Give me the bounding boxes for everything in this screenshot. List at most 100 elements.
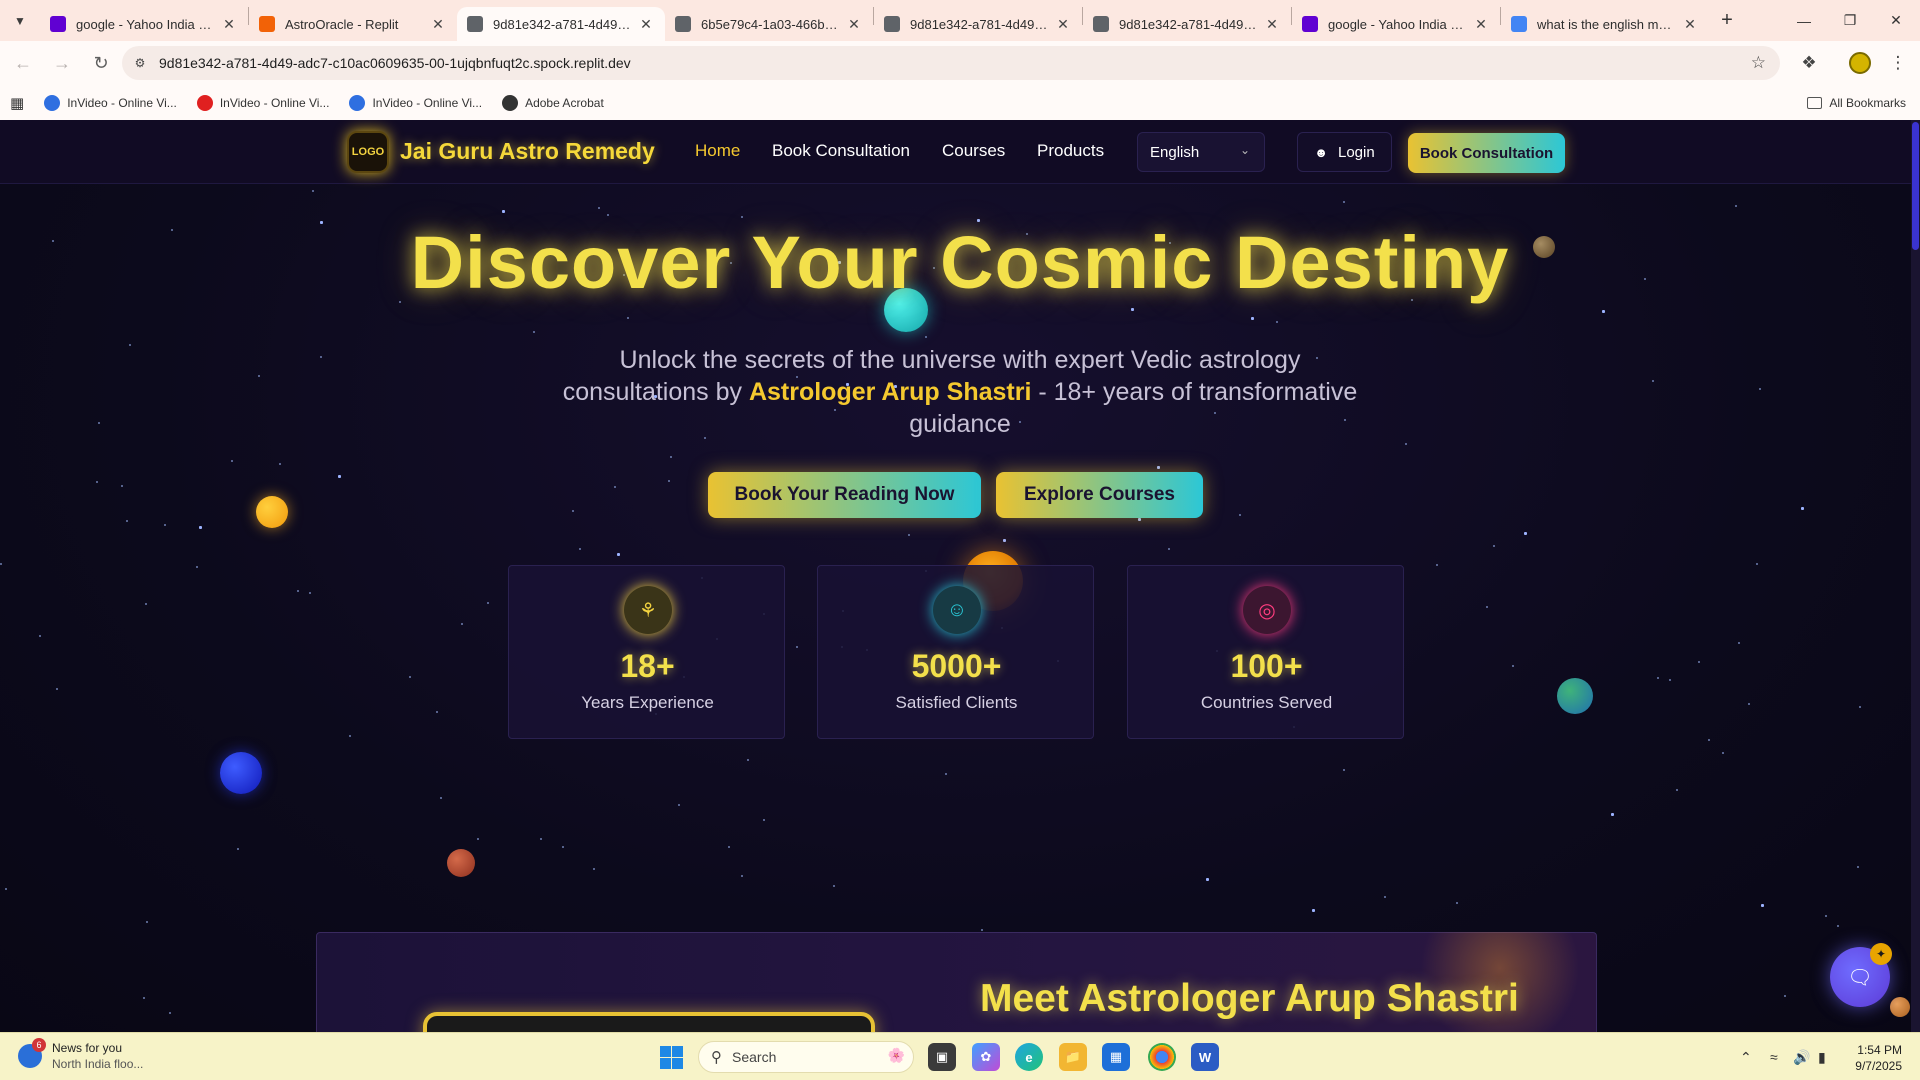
site-info-icon[interactable]: ⚙: [127, 50, 153, 76]
sparkle-badge-icon: ✦: [1870, 943, 1892, 965]
stat-label: Years Experience: [581, 693, 714, 712]
language-value: English: [1150, 143, 1200, 161]
stat-card: ☺ 5000+ Satisfied Clients: [817, 565, 1094, 739]
restore-icon[interactable]: ❐: [1827, 0, 1873, 41]
chevron-down-icon: ⌄: [1239, 143, 1250, 157]
browser-tab[interactable]: google - Yahoo India Sear ✕: [1292, 7, 1500, 41]
nav-courses[interactable]: Courses: [942, 141, 1005, 161]
reload-icon[interactable]: ↻: [83, 45, 119, 81]
tab-search-icon[interactable]: ▼: [0, 0, 40, 41]
browser-tab[interactable]: 9d81e342-a781-4d49-adc ✕: [874, 7, 1082, 41]
tab-close-icon[interactable]: ✕: [637, 15, 655, 33]
battery-icon[interactable]: ▮: [1818, 1033, 1826, 1080]
star-decoration: [1239, 514, 1241, 516]
task-view-icon[interactable]: ▣: [928, 1043, 956, 1071]
edge-icon[interactable]: e: [1015, 1043, 1043, 1071]
star-decoration: [1738, 642, 1740, 644]
globe-icon: [467, 16, 483, 32]
tab-close-icon[interactable]: ✕: [1681, 15, 1699, 33]
windows-start-icon[interactable]: [660, 1046, 683, 1069]
site-logo[interactable]: LOGO: [347, 131, 389, 173]
profile-avatar[interactable]: [1842, 45, 1878, 81]
star-decoration: [1657, 677, 1659, 679]
copilot-icon[interactable]: ✿: [972, 1043, 1000, 1071]
star-decoration: [607, 214, 609, 216]
address-bar[interactable]: ⚙ 9d81e342-a781-4d49-adc7-c10ac0609635-0…: [122, 46, 1780, 80]
nav-products[interactable]: Products: [1037, 141, 1104, 161]
apps-icon[interactable]: ▦: [0, 89, 34, 117]
close-window-icon[interactable]: ✕: [1873, 0, 1919, 41]
new-tab-button[interactable]: +: [1709, 0, 1745, 41]
bookmark-label: Adobe Acrobat: [525, 95, 604, 110]
browser-tab[interactable]: 9d81e342-a781-4d49-adc ✕: [457, 7, 665, 41]
explore-courses-button[interactable]: Explore Courses: [996, 472, 1203, 518]
clock[interactable]: 1:54 PM 9/7/2025: [1855, 1042, 1902, 1074]
star-decoration: [96, 481, 98, 483]
browser-tab[interactable]: google - Yahoo India Sear ✕: [40, 7, 248, 41]
globe-icon: ◎: [1243, 586, 1291, 634]
volume-icon[interactable]: 🔊: [1793, 1033, 1810, 1080]
minimize-icon[interactable]: —: [1781, 0, 1827, 41]
book-reading-button[interactable]: Book Your Reading Now: [708, 472, 981, 518]
star-decoration: [1784, 995, 1786, 997]
wifi-icon[interactable]: ≈: [1770, 1033, 1778, 1080]
browser-tab[interactable]: what is the english meani ✕: [1501, 7, 1709, 41]
login-label: Login: [1337, 143, 1375, 161]
url-text[interactable]: 9d81e342-a781-4d49-adc7-c10ac0609635-00-…: [159, 55, 631, 71]
bookmark-star-icon[interactable]: ☆: [1751, 53, 1766, 73]
bookmark-item[interactable]: InVideo - Online Vi...: [34, 89, 187, 117]
forward-icon[interactable]: →: [44, 45, 80, 81]
bookmark-item[interactable]: InVideo - Online Vi...: [339, 89, 492, 117]
bookmark-item[interactable]: InVideo - Online Vi...: [187, 89, 340, 117]
nav-home[interactable]: Home: [695, 141, 740, 161]
nav-book-consultation[interactable]: Book Consultation: [772, 141, 910, 161]
star-decoration: [164, 524, 166, 526]
star-decoration: [1722, 752, 1724, 754]
tab-close-icon[interactable]: ✕: [429, 15, 447, 33]
star-decoration: [1756, 563, 1758, 565]
star-decoration: [312, 190, 314, 192]
file-explorer-icon[interactable]: 📁: [1059, 1043, 1087, 1071]
chrome-icon[interactable]: [1148, 1043, 1176, 1071]
award-icon: ⚘: [624, 586, 672, 634]
tray-chevron-icon[interactable]: ⌃: [1740, 1033, 1752, 1080]
header-book-consultation-button[interactable]: Book Consultation: [1408, 133, 1565, 173]
browser-tab[interactable]: AstroOracle - Replit ✕: [249, 7, 457, 41]
back-icon[interactable]: ←: [5, 45, 41, 81]
hero-subtitle: Unlock the secrets of the universe with …: [560, 344, 1360, 440]
star-decoration: [728, 846, 730, 848]
login-button[interactable]: ☻ Login: [1297, 132, 1392, 172]
word-icon[interactable]: W: [1191, 1043, 1219, 1071]
bookmark-favicon-icon: [44, 94, 61, 111]
tab-title: google - Yahoo India Sear: [1328, 16, 1466, 32]
language-select[interactable]: English ⌄: [1137, 132, 1265, 172]
bookmark-item[interactable]: Adobe Acrobat: [492, 89, 614, 117]
star-decoration: [199, 526, 202, 529]
news-widget[interactable]: 6 News for you North India floo...: [18, 1038, 143, 1072]
store-icon[interactable]: ▦: [1102, 1043, 1130, 1071]
globe-icon: [884, 16, 900, 32]
clock-time: 1:54 PM: [1857, 1043, 1902, 1057]
tab-close-icon[interactable]: ✕: [220, 15, 238, 33]
scrollbar-thumb[interactable]: [1912, 122, 1919, 250]
google-icon: [1511, 16, 1527, 32]
page-scrollbar[interactable]: [1911, 120, 1920, 1032]
star-decoration: [1524, 532, 1527, 535]
menu-icon[interactable]: ⋮: [1880, 45, 1916, 81]
browser-toolbar: ← → ↻ ⚙ 9d81e342-a781-4d49-adc7-c10ac060…: [0, 41, 1920, 85]
taskbar-search[interactable]: ⚲ Search 🌸: [698, 1041, 914, 1073]
browser-tab[interactable]: 6b5e79c4-1a03-466b-a61 ✕: [665, 7, 873, 41]
tab-close-icon[interactable]: ✕: [1054, 15, 1072, 33]
star-decoration: [1837, 925, 1839, 927]
star-decoration: [1652, 380, 1654, 382]
yahoo-icon: [1302, 16, 1318, 32]
all-bookmarks-button[interactable]: All Bookmarks: [1807, 85, 1906, 120]
star-decoration: [945, 773, 947, 775]
tab-close-icon[interactable]: ✕: [1472, 15, 1490, 33]
astrologer-name: Astrologer Arup Shastri: [748, 378, 1032, 406]
tab-close-icon[interactable]: ✕: [1263, 15, 1281, 33]
brand-name[interactable]: Jai Guru Astro Remedy: [400, 138, 655, 165]
tab-close-icon[interactable]: ✕: [845, 15, 863, 33]
extensions-icon[interactable]: ❖: [1791, 45, 1827, 81]
browser-tab[interactable]: 9d81e342-a781-4d49-adc ✕: [1083, 7, 1291, 41]
